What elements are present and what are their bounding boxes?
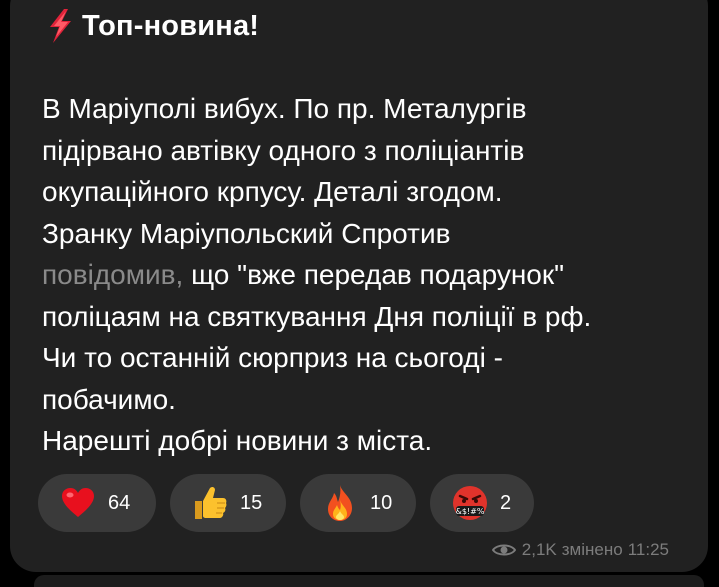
edited-label: змінено [561, 540, 623, 559]
eye-icon [491, 544, 516, 556]
reaction-fire-button[interactable]: 10 [300, 474, 416, 532]
text-line: поліцаям на святкування Дня поліції в рф… [42, 300, 592, 332]
reaction-cursing-face-button[interactable]: &$!#% 2 [430, 474, 534, 532]
reaction-heart-button[interactable]: 64 [38, 474, 156, 532]
reaction-thumbs-up-button[interactable]: 15 [170, 474, 286, 532]
cursing-face-icon: &$!#% [450, 483, 490, 523]
text-line: В Маріуполі вибух. По пр. Металургів [42, 93, 527, 124]
text-fragment: що "вже передав подарунок" [183, 259, 565, 290]
views-count: 2,1K [521, 540, 557, 559]
text-line: Зранку Маріупольский Спротив [42, 217, 451, 249]
message-time: 11:25 [627, 540, 669, 559]
lightning-icon [50, 9, 71, 43]
text-line: Чи то останній сюрприз на сьогоді - [42, 342, 503, 373]
reaction-count: 10 [370, 491, 393, 514]
fire-icon [320, 483, 360, 523]
heart-icon [58, 483, 98, 523]
svg-text:&$!#%: &$!#% [456, 507, 485, 516]
reaction-count: 64 [108, 491, 131, 514]
text-line: Нарешті добрі новини з міста. [42, 425, 433, 456]
reaction-count: 2 [500, 491, 512, 514]
text-line: побачимо. [42, 383, 176, 415]
post-title-row: Топ-новина! [44, 6, 259, 46]
reactions-bar: 64 15 10 &$!#% 2 [38, 474, 534, 532]
post-title: Топ-новина! [82, 9, 260, 42]
post-link[interactable]: повідомив, [42, 259, 183, 290]
next-message-edge [34, 575, 704, 587]
post-text: В Маріуполі вибух. По пр. Металургів під… [42, 88, 702, 462]
message-meta: 2,1K змінено 11:25 [491, 540, 674, 560]
reaction-count: 15 [240, 491, 263, 514]
thumbs-up-icon [190, 483, 230, 523]
text-line-with-link: повідомив, що "вже передав подарунок" [42, 254, 702, 296]
text-line: окупаційного крпусу. Деталі згодом. [42, 176, 503, 207]
text-line: підірвано автівку одного з поліціантів [42, 134, 525, 166]
